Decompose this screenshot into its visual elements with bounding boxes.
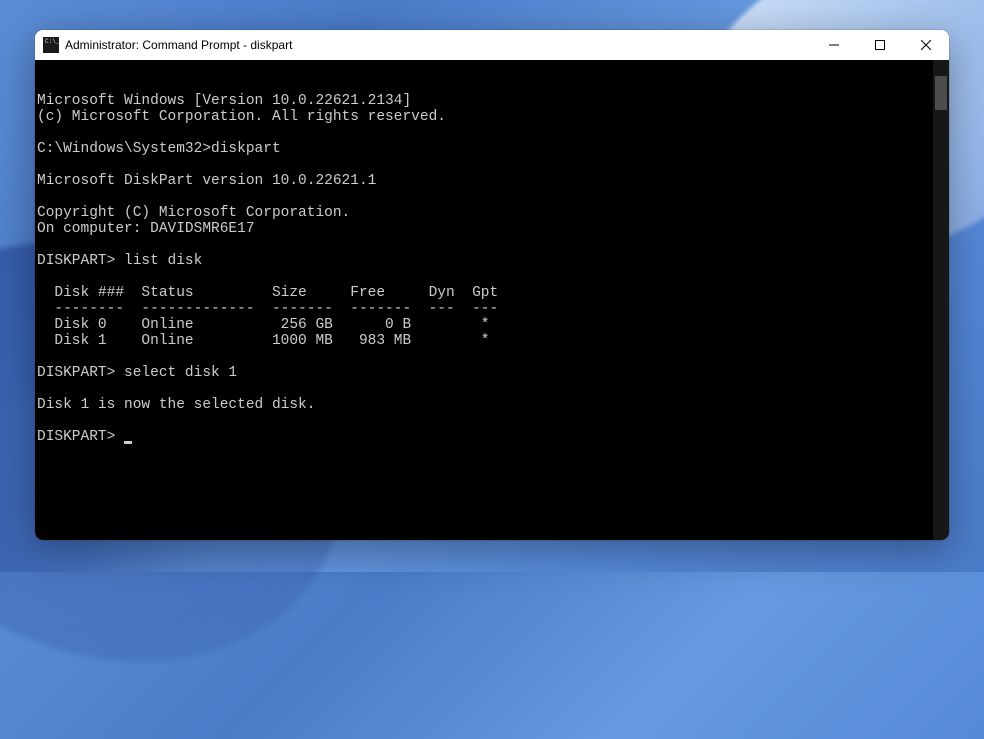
- terminal-line: DISKPART> select disk 1: [37, 365, 949, 381]
- close-icon: [921, 40, 931, 50]
- terminal-line: C:\Windows\System32>diskpart: [37, 141, 949, 157]
- window-title: Administrator: Command Prompt - diskpart: [65, 38, 811, 52]
- maximize-icon: [875, 40, 885, 50]
- terminal-line: (c) Microsoft Corporation. All rights re…: [37, 109, 949, 125]
- terminal-line: [37, 413, 949, 429]
- terminal-line: Disk 0 Online 256 GB 0 B *: [37, 317, 949, 333]
- cursor: [124, 441, 132, 444]
- terminal-line: Disk 1 is now the selected disk.: [37, 397, 949, 413]
- terminal-line: DISKPART> list disk: [37, 253, 949, 269]
- terminal-line: Microsoft DiskPart version 10.0.22621.1: [37, 173, 949, 189]
- terminal-line: Disk 1 Online 1000 MB 983 MB *: [37, 333, 949, 349]
- terminal-line: Disk ### Status Size Free Dyn Gpt: [37, 285, 949, 301]
- terminal-line: Copyright (C) Microsoft Corporation.: [37, 205, 949, 221]
- terminal-line: DISKPART>: [37, 429, 949, 445]
- terminal-line: Microsoft Windows [Version 10.0.22621.21…: [37, 93, 949, 109]
- terminal-line: [37, 349, 949, 365]
- terminal-line: [37, 237, 949, 253]
- terminal-line: [37, 189, 949, 205]
- terminal-line: -------- ------------- ------- ------- -…: [37, 301, 949, 317]
- minimize-icon: [829, 40, 839, 50]
- terminal-line: [37, 381, 949, 397]
- terminal-line: [37, 157, 949, 173]
- terminal-output[interactable]: Microsoft Windows [Version 10.0.22621.21…: [35, 60, 949, 540]
- terminal-line: On computer: DAVIDSMR6E17: [37, 221, 949, 237]
- window-controls: [811, 30, 949, 60]
- titlebar[interactable]: Administrator: Command Prompt - diskpart: [35, 30, 949, 60]
- close-button[interactable]: [903, 30, 949, 60]
- terminal-line: [37, 125, 949, 141]
- command-prompt-window: Administrator: Command Prompt - diskpart…: [35, 30, 949, 540]
- minimize-button[interactable]: [811, 30, 857, 60]
- terminal-line: [37, 269, 949, 285]
- cmd-icon: [43, 37, 59, 53]
- scrollbar[interactable]: [933, 60, 949, 540]
- scrollbar-thumb[interactable]: [935, 76, 947, 110]
- maximize-button[interactable]: [857, 30, 903, 60]
